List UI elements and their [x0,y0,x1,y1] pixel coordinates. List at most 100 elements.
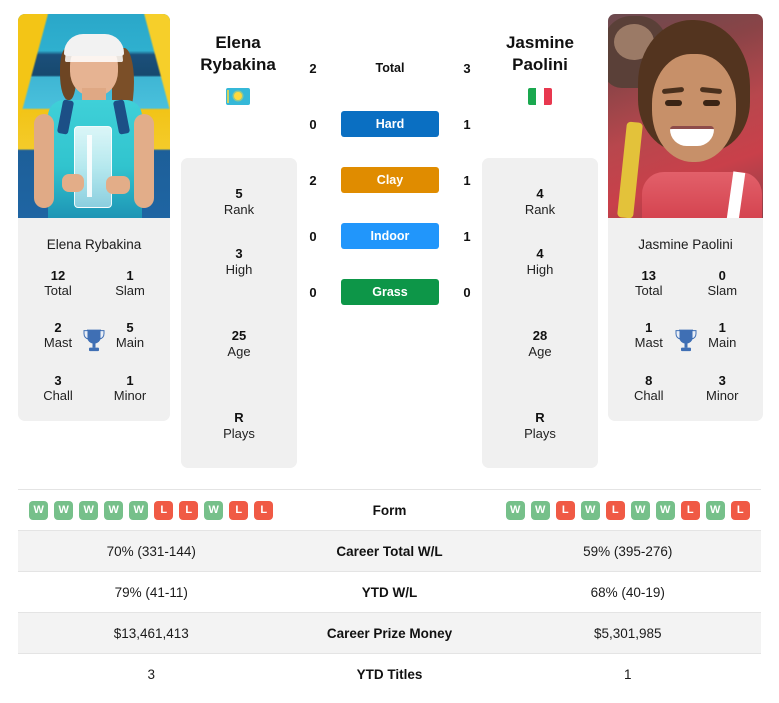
title-stat-value: 13 [641,267,656,283]
rank-stat: 5 Rank [181,186,297,217]
rank-stat-label: High [225,261,253,277]
title-stat-value: 1 [126,267,134,283]
rank-stat-value: 28 [532,328,548,343]
head-to-head-column: 2 Total 3 0 Hard 1 2 Clay 1 0 Indoor 1 0 [300,55,480,335]
player-card-left[interactable]: Elena Rybakina 12 Total 1 Slam 2 Mast 5 … [18,14,170,422]
form-badge-win: W [705,500,725,520]
form-badge-loss: L [179,500,199,520]
ytd-wl-left: 79% (41-11) [114,584,188,600]
h2h-left-score: 0 [309,116,317,132]
rank-stat: 3 High [181,246,297,277]
rank-stat-value: 3 [235,246,243,261]
rank-stat-value: 4 [536,186,544,201]
title-stat-label: Chall [43,388,73,404]
row-label-career-total-wl: Career Total W/L [336,543,443,559]
player-card-right[interactable]: Jasmine Paolini 13 Total 0 Slam 1 Mast 1… [608,14,763,422]
title-stat-label: Minor [113,388,147,404]
h2h-surface-label[interactable]: Clay [341,167,439,193]
player-name-left: Elena Rybakina [46,237,142,252]
form-badges-right: WWLWLWWLWL [495,500,762,520]
form-badge-win: W [655,500,675,520]
career-prize-money-right: $5,301,985 [593,625,662,641]
h2h-left-score: 0 [309,284,317,300]
h2h-right-score: 1 [463,116,471,132]
form-badge-win: W [204,500,224,520]
title-stat-value: 3 [54,372,62,388]
rank-stat-value: 5 [235,186,243,201]
h2h-surface-label[interactable]: Hard [341,111,439,137]
headline-last-name-right: Paolini [512,54,568,74]
form-badge-loss: L [254,500,274,520]
rank-stat-label: High [526,261,554,277]
title-stat-value: 8 [645,372,653,388]
form-badge-win: W [104,500,124,520]
title-stat: 0 Slam [686,268,760,299]
headline-last-name-left: Rybakina [200,54,276,74]
form-badge-win: W [630,500,650,520]
rank-stat: 25 Age [181,328,297,359]
h2h-surface-label[interactable]: Indoor [341,223,439,249]
ytd-titles-right: 1 [623,666,632,682]
form-badge-win: W [54,500,74,520]
h2h-left-score: 2 [309,60,317,76]
rank-stat: 4 High [482,246,598,277]
trophy-icon [674,328,698,354]
h2h-left-score: 2 [309,172,317,188]
rank-stat-value: 4 [536,246,544,261]
form-badge-win: W [79,500,99,520]
player-comparison-page: Elena Rybakina 12 Total 1 Slam 2 Mast 5 … [0,0,779,703]
title-stat-label: Total [635,282,663,298]
stats-table: WWWWWLLWLL Form WWLWLWWLWL 70% (331-144)… [18,489,761,694]
title-stat: 1 Minor [94,373,166,404]
h2h-right-score: 3 [463,60,471,76]
form-badge-win: W [129,500,149,520]
career-total-wl-right: 59% (395-276) [583,543,673,559]
form-badge-loss: L [605,500,625,520]
table-row-career-total-wl: 70% (331-144) Career Total W/L 59% (395-… [18,530,761,571]
paolini-photo [608,14,763,218]
h2h-left-score: 0 [309,228,317,244]
comparison-header: Elena Rybakina 12 Total 1 Slam 2 Mast 5 … [0,0,779,480]
h2h-surface-label[interactable]: Grass [341,279,439,305]
form-badge-win: W [29,500,49,520]
table-row-form: WWWWWLLWLL Form WWLWLWWLWL [18,489,761,530]
h2h-right-score: 0 [463,284,471,300]
form-badge-win: W [580,500,600,520]
form-badge-win: W [505,500,525,520]
ytd-wl-right: 68% (40-19) [590,584,665,600]
rank-stat-value: R [535,410,545,425]
rank-stat-label: Plays [524,425,556,441]
rank-stat: 4 Rank [482,186,598,217]
h2h-row-total: 2 Total 3 [300,55,480,81]
title-stat-value: 12 [50,267,66,283]
h2h-row-clay: 2 Clay 1 [300,167,480,193]
form-badge-loss: L [555,500,575,520]
title-stat: 3 Chall [22,373,94,404]
title-stat: 1 Slam [94,268,166,299]
h2h-right-score: 1 [463,172,471,188]
title-stat: 13 Total [612,268,686,299]
title-stat-label: Slam [115,282,145,298]
titles-grid-left: 12 Total 1 Slam 2 Mast 5 Main 3 Chall 1 … [18,252,170,422]
table-row-ytd-titles: 3 YTD Titles 1 [18,653,761,694]
title-stat-value: 3 [718,372,726,388]
row-label-form: Form [372,502,407,518]
headline-first-name-left: Elena [215,33,261,52]
player-name-right: Jasmine Paolini [638,237,733,252]
career-total-wl-left: 70% (331-144) [106,543,196,559]
title-stat-value: 1 [126,372,134,388]
h2h-surface-label: Total [375,61,405,75]
ranking-card-left: 5 Rank 3 High 25 Age R Plays [181,158,297,468]
headline-first-name-right: Jasmine [505,33,575,52]
form-badge-loss: L [730,500,750,520]
row-label-ytd-wl: YTD W/L [361,584,418,600]
headline-name-right: Jasmine Paolini [470,32,610,105]
title-stat-value: 0 [718,267,726,283]
rank-stat-label: Plays [223,425,255,441]
rank-stat: R Plays [482,410,598,441]
rank-stat-label: Rank [524,201,556,217]
rank-stat-value: R [234,410,244,425]
rank-stat-label: Rank [223,201,255,217]
form-badge-loss: L [154,500,174,520]
title-stat-label: Total [44,282,72,298]
